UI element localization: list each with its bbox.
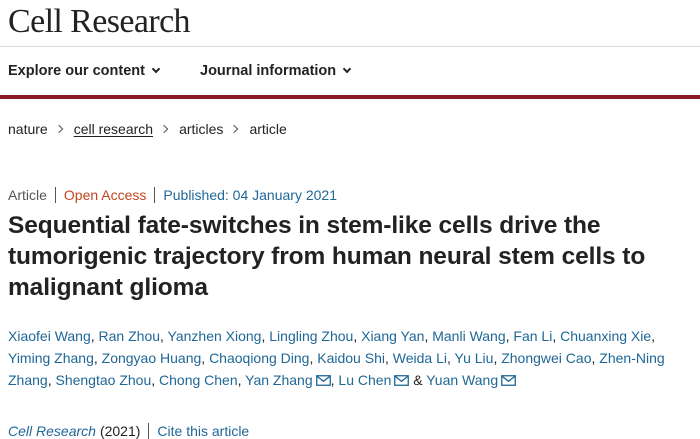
main-menu: Explore our content Journal information <box>0 56 700 86</box>
meta-divider <box>54 187 56 203</box>
citation-line: Cell Research (2021) Cite this article <box>8 421 249 439</box>
author-link[interactable]: Kaidou Shi <box>317 350 385 366</box>
author-separator: , <box>651 328 656 344</box>
author-link[interactable]: Yu Liu <box>455 350 494 366</box>
author-separator: , <box>353 328 362 344</box>
author-separator: , <box>90 328 99 344</box>
article-meta: Article Open Access Published: 04 Januar… <box>8 185 337 205</box>
author-link[interactable]: Fan Li <box>513 328 552 344</box>
journal-information-menu[interactable]: Journal information <box>200 56 352 86</box>
citation-divider <box>148 423 150 439</box>
author-link[interactable]: Lingling Zhou <box>269 328 353 344</box>
author-link[interactable]: Yiming Zhang <box>8 350 94 366</box>
author-link[interactable]: Weida Li <box>393 350 447 366</box>
author-separator: , <box>93 350 102 366</box>
meta-divider <box>154 187 156 203</box>
chevron-right-icon <box>54 124 63 134</box>
author-separator: , <box>201 350 210 366</box>
chevron-right-icon <box>159 124 169 134</box>
author-link[interactable]: Chong Chen <box>159 372 238 388</box>
author-link[interactable]: Xiaofei Wang <box>8 328 91 344</box>
author-link[interactable]: Manli Wang <box>432 328 505 344</box>
explore-content-menu[interactable]: Explore our content <box>8 56 161 86</box>
author-link[interactable]: Yan Zhang <box>245 372 312 388</box>
author-link[interactable]: Xiang Yan <box>361 328 424 344</box>
breadcrumb-cell-research[interactable]: cell research <box>74 121 153 137</box>
breadcrumb-article: article <box>249 121 287 137</box>
envelope-icon[interactable] <box>501 375 517 386</box>
chevron-right-icon <box>230 124 239 134</box>
author-list: Xiaofei Wang, Ran Zhou, Yanzhen Xiong, L… <box>8 325 698 391</box>
author-separator: , <box>446 350 455 366</box>
envelope-icon[interactable] <box>315 375 331 386</box>
brand-bar <box>0 95 700 99</box>
envelope-icon[interactable] <box>394 375 410 386</box>
author-separator: , <box>160 328 168 344</box>
author-separator: , <box>384 350 393 366</box>
journal-information-label: Journal information <box>200 63 337 79</box>
author-link[interactable]: Yanzhen Xiong <box>168 328 262 344</box>
author-link[interactable]: Zongyao Huang <box>102 350 202 366</box>
author-link[interactable]: Lu Chen <box>338 372 391 388</box>
explore-content-label: Explore our content <box>8 63 145 79</box>
chevron-down-icon <box>342 64 352 74</box>
open-access-badge: Open Access <box>63 187 147 203</box>
author-separator: , <box>552 328 561 344</box>
author-link[interactable]: Chaoqiong Ding <box>209 350 309 366</box>
author-separator: , <box>151 372 160 388</box>
breadcrumb: nature cell research articles article <box>8 118 287 140</box>
article-type: Article <box>8 187 47 203</box>
chevron-down-icon <box>151 64 161 74</box>
header-divider <box>0 46 700 47</box>
author-link[interactable]: Yuan Wang <box>426 372 498 388</box>
citation-year: (2021) <box>99 423 141 439</box>
breadcrumb-nature[interactable]: nature <box>8 121 48 137</box>
site-header: Cell Research <box>0 0 700 44</box>
article-title: Sequential fate-switches in stem-like ce… <box>8 212 646 301</box>
breadcrumb-articles[interactable]: articles <box>179 121 223 137</box>
journal-logo[interactable]: Cell Research <box>8 2 191 42</box>
citation-journal[interactable]: Cell Research <box>8 423 96 439</box>
author-link[interactable]: Ran Zhou <box>99 328 160 344</box>
author-link[interactable]: Shengtao Zhou <box>55 372 151 388</box>
author-link[interactable]: Zhongwei Cao <box>501 350 591 366</box>
author-separator: & <box>409 372 427 388</box>
cite-this-article-link[interactable]: Cite this article <box>157 423 249 439</box>
published-date: Published: 04 January 2021 <box>163 187 337 203</box>
author-link[interactable]: Chuanxing Xie <box>560 328 651 344</box>
